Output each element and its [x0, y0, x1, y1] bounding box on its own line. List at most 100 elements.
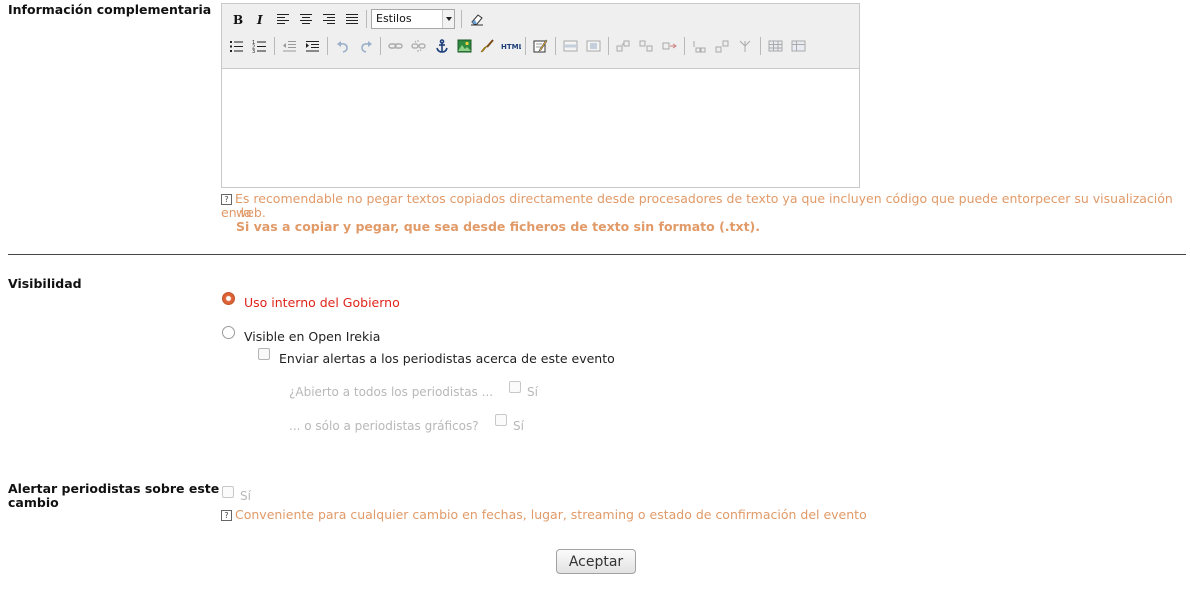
- unlink-button[interactable]: [408, 35, 429, 57]
- edit-icon: [533, 39, 548, 53]
- chevron-down-icon: [442, 10, 454, 28]
- radio-open-irekia-label[interactable]: Visible en Open Irekia: [244, 329, 380, 344]
- radio-internal-use[interactable]: [222, 292, 235, 305]
- toolbar-separator: [461, 10, 462, 28]
- svg-text:B: B: [233, 13, 243, 26]
- svg-text:3: 3: [252, 49, 255, 53]
- paste-hint: ? Es recomendable no pegar textos copiado…: [221, 192, 1181, 220]
- help-icon: ?: [221, 510, 232, 521]
- fork-icon: [739, 40, 751, 52]
- merge-cell-icon: [715, 40, 729, 52]
- image-icon: [457, 39, 472, 53]
- split-cell-button[interactable]: [689, 35, 710, 57]
- section-divider: [8, 254, 1186, 255]
- delete-row-button[interactable]: [583, 35, 604, 57]
- open-all-label: ¿Abierto a todos los periodistas ...: [289, 385, 494, 399]
- indent-button[interactable]: [302, 35, 323, 57]
- column-after-icon: [639, 40, 653, 52]
- graphic-only-yes: Sí: [513, 419, 524, 433]
- alert-change-checkbox[interactable]: [222, 486, 234, 498]
- table-icon: [768, 40, 783, 52]
- accept-button[interactable]: Aceptar: [556, 549, 636, 574]
- html-source-button[interactable]: HTML: [500, 35, 521, 57]
- rich-text-editor: B I Estilos 1 2 3 HTML: [221, 3, 860, 188]
- svg-text:I: I: [256, 13, 263, 26]
- table-delete-icon: [586, 40, 601, 52]
- align-center-button[interactable]: [295, 8, 316, 30]
- toolbar-separator: [684, 37, 685, 55]
- toolbar-row-1: B I Estilos: [226, 7, 489, 31]
- column-delete-icon: [662, 42, 677, 50]
- remove-format-button[interactable]: [466, 8, 487, 30]
- link-icon: [388, 43, 403, 49]
- bullet-list-icon: [230, 40, 243, 52]
- split-cell-icon: [693, 40, 706, 52]
- html-icon: HTML: [501, 43, 521, 51]
- cell-props-button[interactable]: [735, 35, 756, 57]
- open-all-checkbox[interactable]: [509, 381, 521, 393]
- graphic-only-checkbox[interactable]: [495, 414, 507, 426]
- bold-icon: B: [233, 13, 243, 26]
- edit-css-button[interactable]: [530, 35, 551, 57]
- styles-select[interactable]: Estilos: [371, 9, 455, 29]
- align-left-icon: [276, 14, 289, 24]
- open-all-yes: Sí: [527, 385, 538, 399]
- justify-button[interactable]: [341, 8, 362, 30]
- align-right-button[interactable]: [318, 8, 339, 30]
- col-before-button[interactable]: [613, 35, 634, 57]
- alert-change-yes: Sí: [240, 489, 251, 503]
- align-center-icon: [299, 14, 312, 24]
- table-row-icon: [563, 40, 578, 52]
- merge-cell-button[interactable]: [712, 35, 733, 57]
- align-right-icon: [322, 14, 335, 24]
- toolbar-separator: [760, 37, 761, 55]
- send-alerts-label: Enviar alertas a los periodistas acerca …: [279, 351, 615, 366]
- unlink-icon: [411, 40, 426, 52]
- paste-hint-line1: Es recomendable no pegar textos copiados…: [221, 191, 1173, 220]
- editor-content-area[interactable]: [222, 69, 859, 187]
- redo-icon: [360, 40, 372, 53]
- graphic-only-label: ... o sólo a periodistas gráficos?: [289, 419, 479, 433]
- paste-hint-bold: Si vas a copiar y pegar, que sea desde f…: [236, 219, 761, 234]
- alert-change-label-line1: Alertar periodistas sobre este: [8, 481, 220, 496]
- indent-icon: [306, 40, 319, 51]
- radio-open-irekia[interactable]: [222, 326, 235, 339]
- redo-button[interactable]: [355, 35, 376, 57]
- info-label: Información complementaria: [8, 2, 212, 17]
- delete-col-button[interactable]: [659, 35, 680, 57]
- toolbar-separator: [327, 37, 328, 55]
- align-left-button[interactable]: [272, 8, 293, 30]
- image-button[interactable]: [454, 35, 475, 57]
- numbered-list-icon: 123: [252, 40, 266, 53]
- col-after-button[interactable]: [636, 35, 657, 57]
- outdent-button[interactable]: [279, 35, 300, 57]
- send-alerts-checkbox[interactable]: [258, 348, 270, 360]
- justify-icon: [345, 14, 358, 24]
- svg-text:HTML: HTML: [501, 43, 521, 51]
- table-props-icon: [791, 40, 806, 52]
- editor-toolbar: B I Estilos 1 2 3 HTML: [222, 4, 859, 69]
- insert-row-button[interactable]: [560, 35, 581, 57]
- toolbar-separator: [525, 37, 526, 55]
- undo-icon: [336, 40, 348, 53]
- insert-table-button[interactable]: [765, 35, 786, 57]
- radio-internal-use-label[interactable]: Uso interno del Gobierno: [244, 295, 400, 310]
- eraser-icon: [470, 14, 483, 26]
- toolbar-separator: [274, 37, 275, 55]
- link-button[interactable]: [385, 35, 406, 57]
- toolbar-separator: [366, 10, 367, 28]
- alert-change-label-line2: cambio: [8, 495, 59, 510]
- numbered-list-button[interactable]: 123: [249, 35, 270, 57]
- bullet-list-button[interactable]: [226, 35, 247, 57]
- cleanup-button[interactable]: [477, 35, 498, 57]
- table-props-button[interactable]: [788, 35, 809, 57]
- italic-button[interactable]: I: [249, 8, 270, 30]
- toolbar-separator: [555, 37, 556, 55]
- undo-button[interactable]: [332, 35, 353, 57]
- toolbar-row-2: 123 HTML: [226, 34, 811, 58]
- bold-button[interactable]: B: [226, 8, 247, 30]
- alert-change-label: Alertar periodistas sobre este cambio: [8, 482, 219, 510]
- help-icon: ?: [221, 194, 232, 205]
- column-before-icon: [616, 40, 630, 52]
- anchor-button[interactable]: [431, 35, 452, 57]
